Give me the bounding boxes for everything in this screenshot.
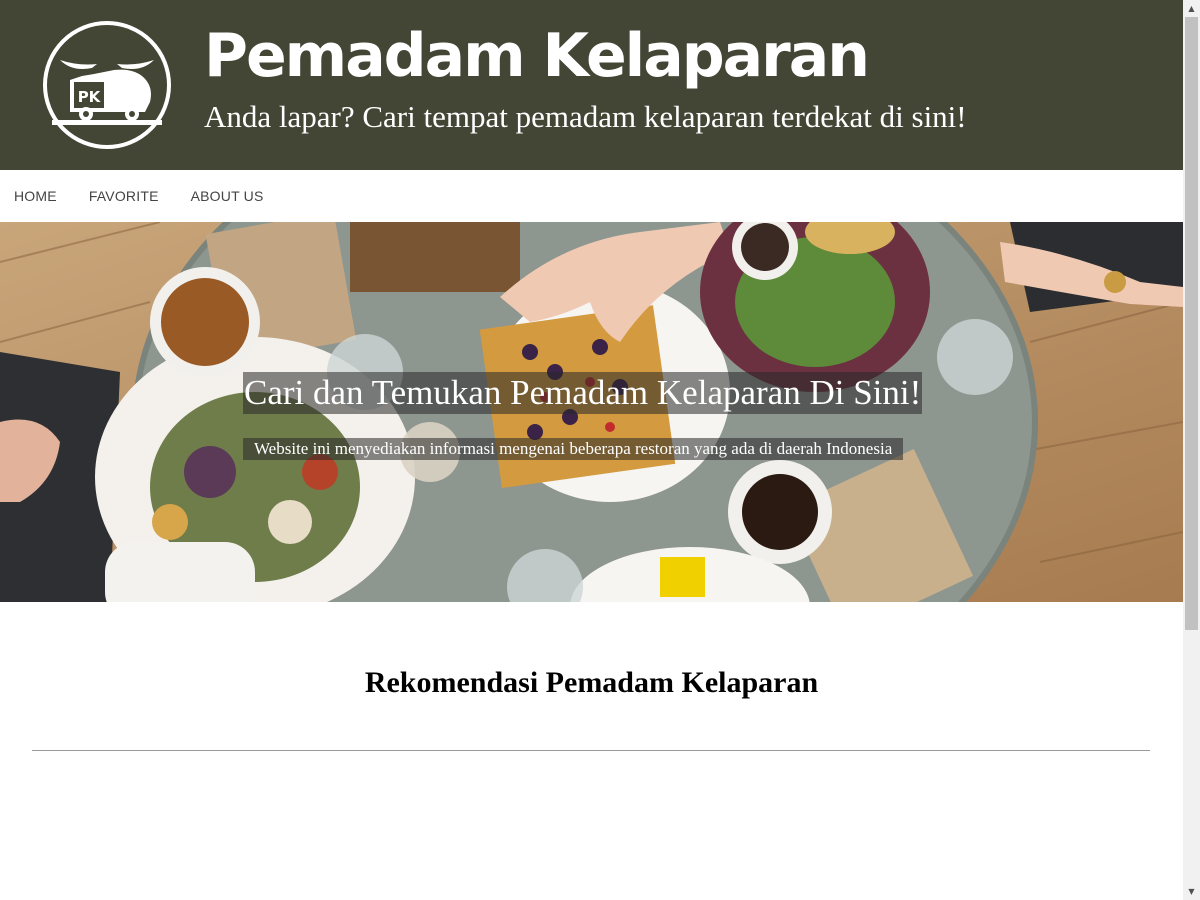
nav-link-favorite[interactable]: FAVORITE: [71, 170, 173, 222]
recommendation-section: Rekomendasi Pemadam Kelaparan: [0, 602, 1183, 900]
recommendation-title: Rekomendasi Pemadam Kelaparan: [364, 666, 819, 699]
nav-link-about-us[interactable]: ABOUT US: [173, 170, 278, 222]
browser-viewport: PK Pemadam Kelaparan Anda lapar? Cari te…: [0, 0, 1200, 900]
page: PK Pemadam Kelaparan Anda lapar? Cari te…: [0, 0, 1183, 900]
main-nav: HOME FAVORITE ABOUT US: [0, 170, 1183, 222]
nav-item-favorite: FAVORITE: [71, 170, 173, 222]
scrollbar-thumb[interactable]: [1185, 17, 1198, 630]
hero-title: Cari dan Temukan Pemadam Kelaparan Di Si…: [243, 372, 923, 414]
nav-link-home[interactable]: HOME: [0, 170, 71, 222]
logo-monogram: PK: [78, 88, 102, 106]
nav-item-home: HOME: [0, 170, 71, 222]
nav-list: HOME FAVORITE ABOUT US: [0, 170, 1183, 222]
hero-description: Website ini menyediakan informasi mengen…: [243, 438, 904, 460]
nav-item-about-us: ABOUT US: [173, 170, 278, 222]
section-divider: [32, 750, 1150, 751]
site-header: PK Pemadam Kelaparan Anda lapar? Cari te…: [0, 0, 1183, 170]
vertical-scrollbar[interactable]: ▲ ▼: [1183, 0, 1200, 900]
food-truck-logo-icon[interactable]: PK: [42, 20, 172, 150]
scroll-down-arrow-icon[interactable]: ▼: [1183, 883, 1200, 900]
hero-banner: Cari dan Temukan Pemadam Kelaparan Di Si…: [0, 222, 1183, 602]
site-title: Pemadam Kelaparan: [204, 21, 870, 91]
site-tagline: Anda lapar? Cari tempat pemadam kelapara…: [204, 99, 967, 134]
scroll-up-arrow-icon[interactable]: ▲: [1183, 0, 1200, 17]
